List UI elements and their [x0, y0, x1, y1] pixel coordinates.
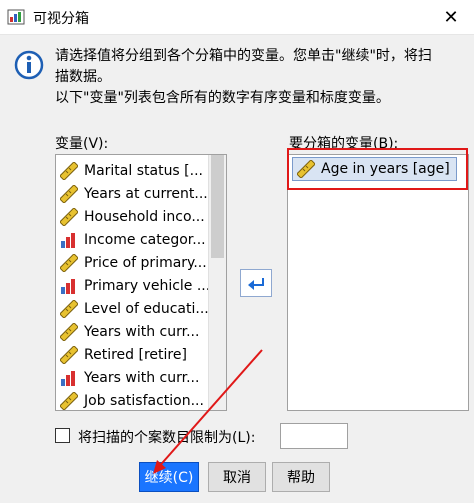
item-label: Age in years [age] — [321, 161, 450, 177]
ruler-icon — [297, 160, 315, 178]
move-to-target-button[interactable] — [240, 269, 272, 297]
info-icon — [14, 50, 44, 80]
item-label: Income categor... — [84, 231, 206, 248]
variables-list[interactable]: Marital status [... Years at current... … — [55, 154, 227, 411]
info-line: 请选择值将分组到各个分箱中的变量。您单击"继续"时，将扫 — [55, 48, 432, 64]
variables-label: 变量(V): — [55, 136, 109, 152]
scrollbar-thumb[interactable] — [211, 155, 224, 258]
limit-cases-checkbox[interactable] — [55, 428, 70, 443]
item-label: Years with curr... — [84, 369, 200, 386]
info-line: 以下"变量"列表包含所有的数字有序变量和标度变量。 — [55, 90, 390, 106]
info-message: 请选择值将分组到各个分箱中的变量。您单击"继续"时，将扫 描数据。 以下"变量"… — [55, 46, 465, 109]
variables-scrollbar[interactable] — [208, 155, 226, 410]
item-label: Retired [retire] — [84, 346, 187, 363]
item-label: Job satisfaction... — [84, 392, 204, 409]
list-item[interactable]: Primary vehicle ... — [60, 274, 210, 297]
ordinal-bar-icon — [61, 370, 75, 386]
ruler-icon — [60, 391, 78, 410]
item-label: Level of educati... — [84, 300, 209, 317]
ordinal-bar-icon — [61, 232, 75, 248]
item-label: Primary vehicle ... — [84, 277, 211, 294]
close-button[interactable]: ✕ — [428, 0, 474, 34]
item-label: Marital status [... — [84, 162, 203, 179]
list-item[interactable]: Years with curr... — [60, 366, 199, 389]
target-item[interactable]: Age in years [age] — [292, 157, 457, 181]
ruler-icon — [60, 207, 78, 226]
close-icon: ✕ — [443, 6, 459, 28]
item-label: Price of primary... — [84, 254, 207, 271]
title-bar: 可视分箱 ✕ — [0, 0, 474, 35]
ordinal-bar-icon — [61, 278, 75, 294]
limit-label: 将扫描的个案数目限制为(L): — [78, 430, 256, 446]
item-label: Years at current... — [84, 185, 208, 202]
ruler-icon — [60, 161, 78, 180]
list-item[interactable]: Job satisfaction... — [60, 389, 204, 412]
info-line: 描数据。 — [55, 69, 111, 85]
list-item[interactable]: Level of educati... — [60, 297, 209, 320]
list-item[interactable]: Price of primary... — [60, 251, 207, 274]
target-label: 要分箱的变量(B): — [289, 136, 399, 152]
list-item[interactable]: Years with curr... — [60, 320, 199, 343]
list-item[interactable]: Household inco... — [60, 205, 205, 228]
app-icon — [7, 9, 25, 25]
list-item[interactable]: Income categor... — [60, 228, 206, 251]
list-item[interactable]: Years at current... — [60, 182, 208, 205]
cancel-button[interactable]: 取消 — [208, 462, 266, 492]
ruler-icon — [60, 253, 78, 272]
list-item[interactable]: Retired [retire] — [60, 343, 187, 366]
window-title: 可视分箱 — [33, 11, 89, 27]
ruler-icon — [60, 322, 78, 341]
list-item[interactable]: Marital status [... — [60, 159, 203, 182]
item-label: Household inco... — [84, 208, 205, 225]
ruler-icon — [60, 345, 78, 364]
item-label: Years with curr... — [84, 323, 200, 340]
target-list[interactable] — [287, 154, 469, 411]
limit-cases-input[interactable] — [280, 423, 348, 449]
help-button[interactable]: 帮助 — [272, 462, 330, 492]
arrow-left-icon — [248, 278, 264, 290]
continue-button[interactable]: 继续(C) — [139, 462, 199, 492]
ruler-icon — [60, 299, 78, 318]
ruler-icon — [60, 184, 78, 203]
